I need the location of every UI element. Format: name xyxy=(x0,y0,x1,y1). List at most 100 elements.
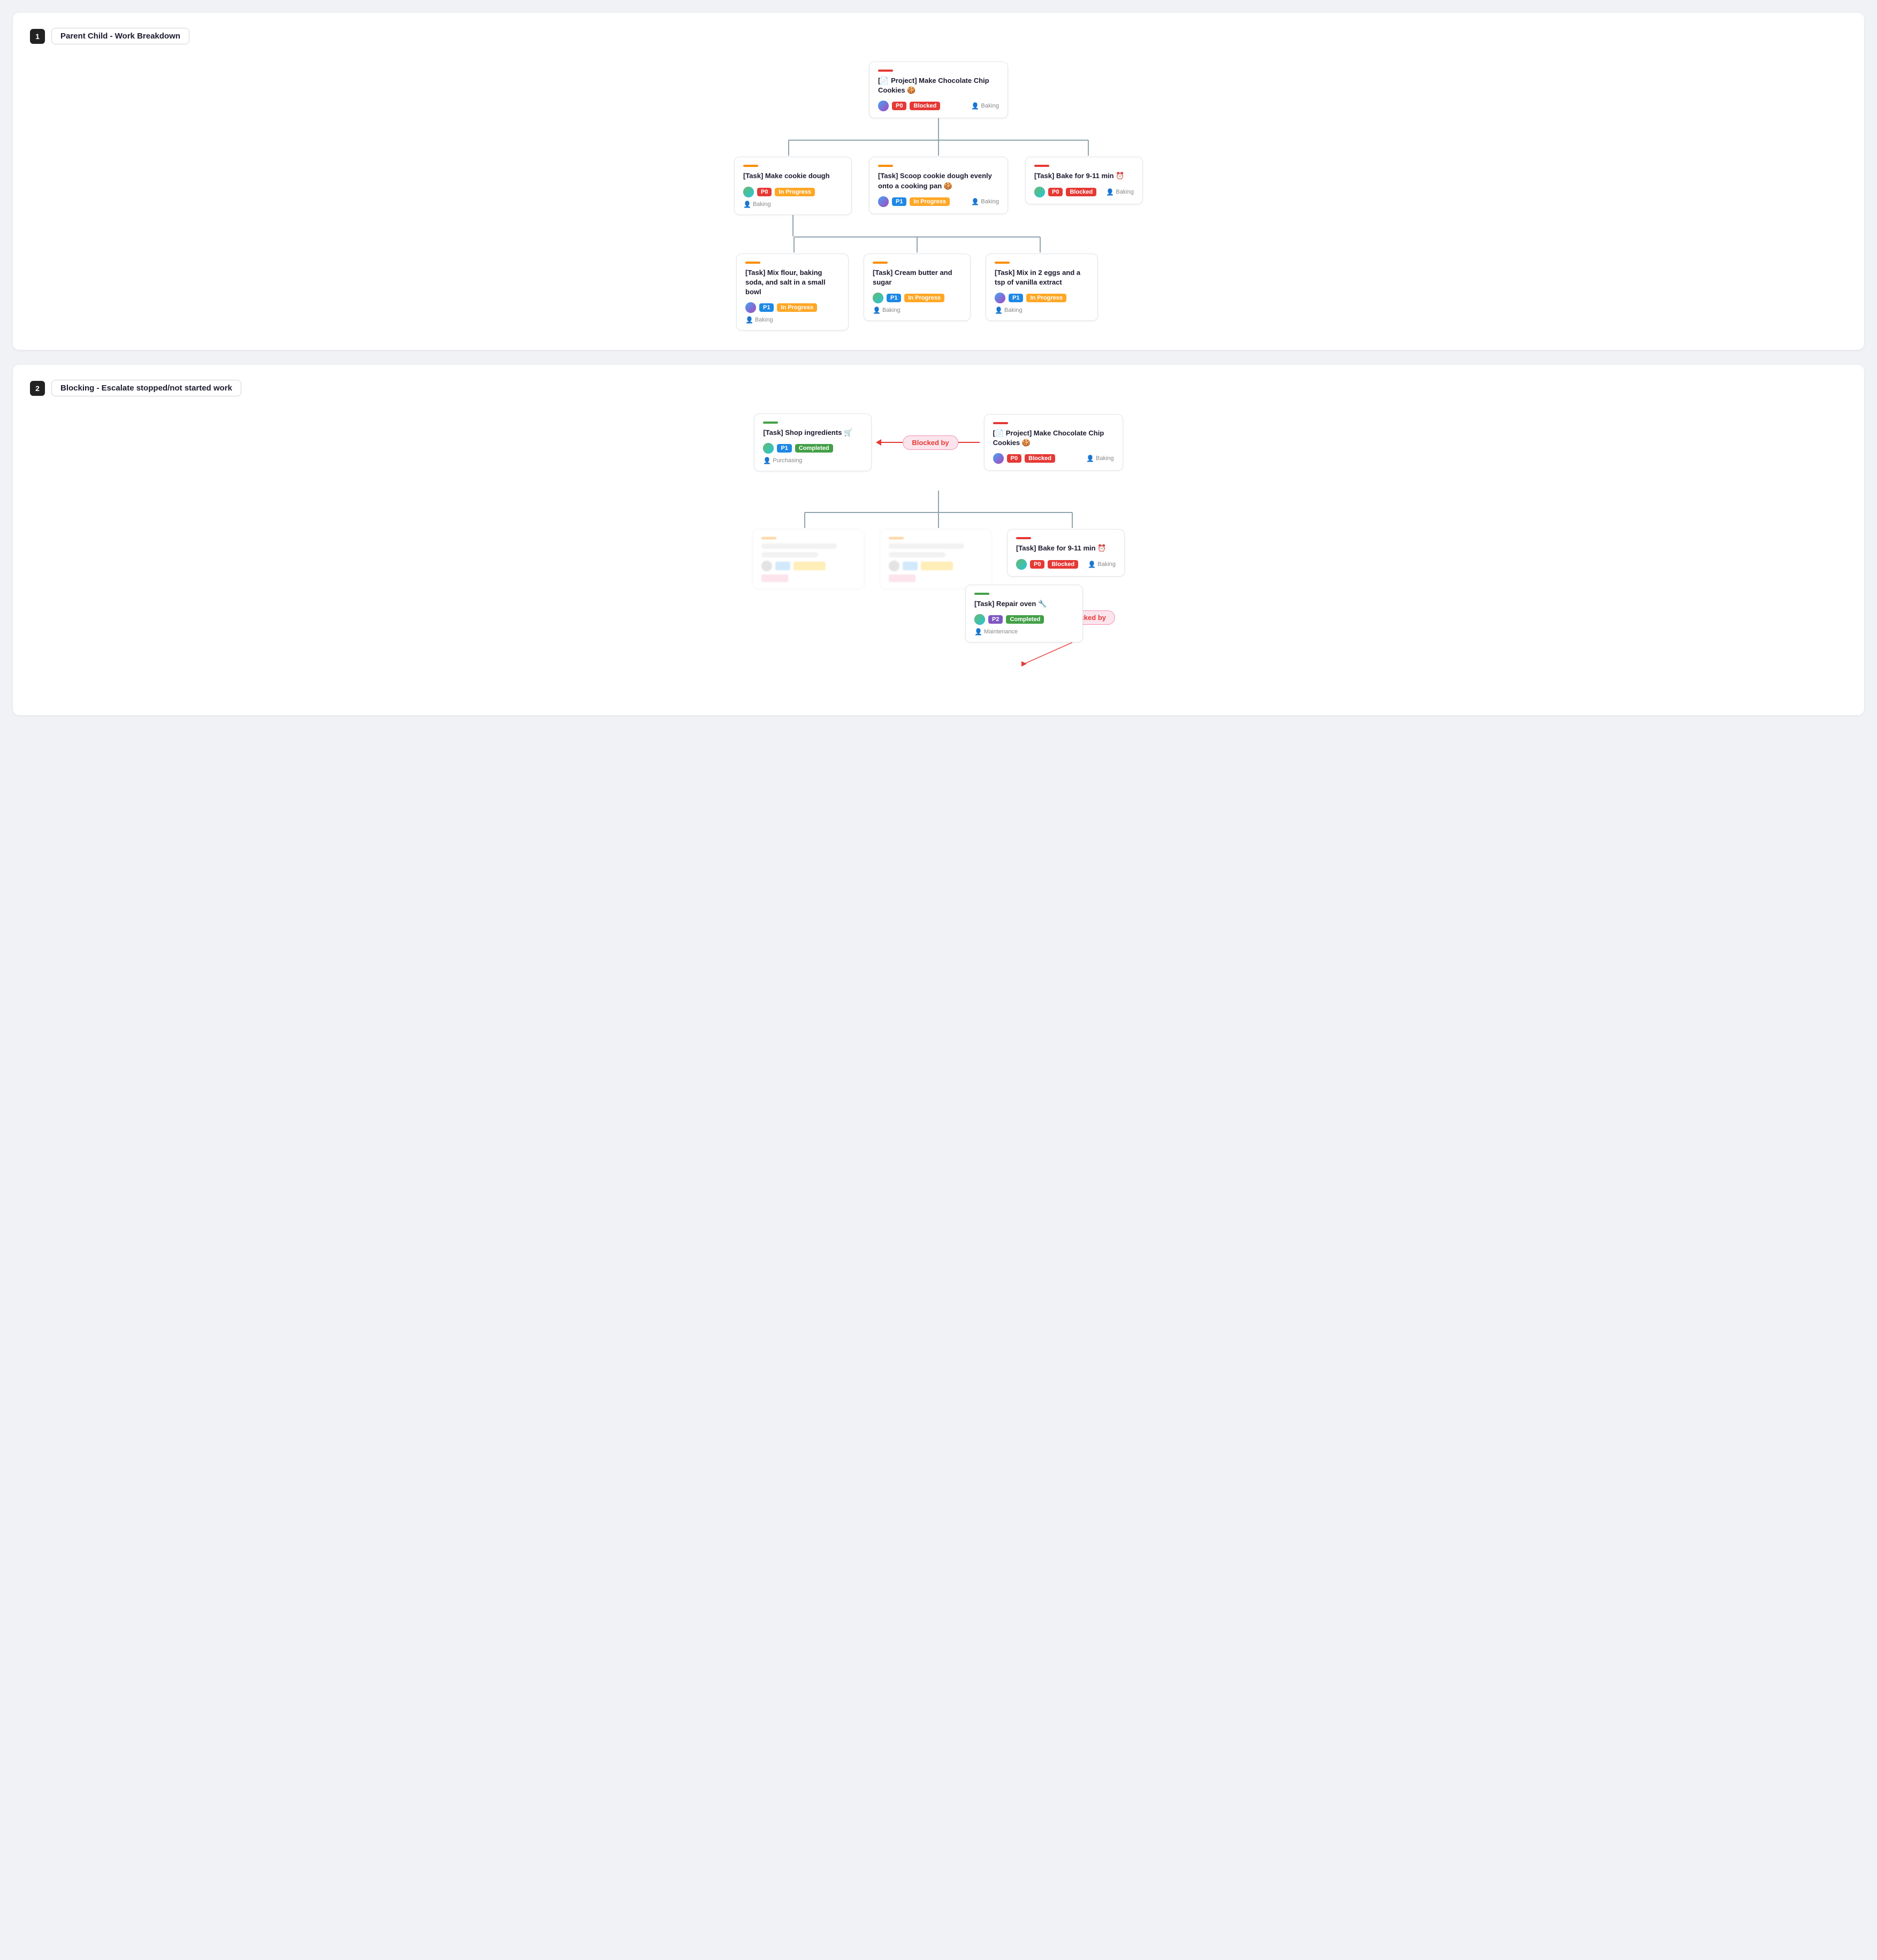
section-2: 2 Blocking - Escalate stopped/not starte… xyxy=(13,365,1864,715)
section-1-num: 1 xyxy=(30,29,45,44)
s2-level1-row: [Task] Bake for 9-11 min ⏰ P0 Blocked 👤 … xyxy=(746,512,1131,589)
l2-tag-2: 👤 Baking xyxy=(995,307,1023,314)
l1-badge-status-0: In Progress xyxy=(775,188,815,196)
s2-shop-title: [Task] Shop ingredients 🛒 xyxy=(763,428,863,438)
l2-tag-icon-2: 👤 xyxy=(995,307,1003,314)
l2-avatar-2 xyxy=(995,293,1005,303)
s2-blurred-badge-s-1 xyxy=(921,562,953,570)
s2-tree: [Task] Bake for 9-11 min ⏰ P0 Blocked 👤 … xyxy=(30,491,1847,696)
section-2-num: 2 xyxy=(30,381,45,396)
s2-shop-badge-status: Completed xyxy=(795,444,833,453)
s2-root-card[interactable]: [📄 Project] Make Chocolate Chip Cookies … xyxy=(984,414,1123,471)
l1-accent-0 xyxy=(743,165,758,167)
l1-avatar-0 xyxy=(743,187,754,197)
l1-accent-1 xyxy=(878,165,893,167)
l1-card-0[interactable]: [Task] Make cookie dough P0 In Progress … xyxy=(734,157,852,215)
l2-badge-status-1: In Progress xyxy=(904,294,944,302)
s2-shop-badge-p: P1 xyxy=(777,444,791,453)
l1-card-2[interactable]: [Task] Bake for 9-11 min ⏰ P0 Blocked 👤 … xyxy=(1025,157,1143,204)
s2-bake-card[interactable]: [Task] Bake for 9-11 min ⏰ P0 Blocked 👤 … xyxy=(1007,529,1125,576)
s2-blurred-footer-0 xyxy=(761,561,856,582)
l2-badge-status-2: In Progress xyxy=(1026,294,1066,302)
l1-title-1: [Task] Scoop cookie dough evenly onto a … xyxy=(878,171,999,190)
s2-skeleton-0b xyxy=(761,552,818,557)
arrow-line xyxy=(881,442,903,443)
s2-repair-title: [Task] Repair oven 🔧 xyxy=(974,599,1074,609)
root-col: [📄 Project] Make Chocolate Chip Cookies … xyxy=(869,62,1008,140)
s2-shop-tag-icon: 👤 xyxy=(763,457,771,464)
s2-shop-card[interactable]: [Task] Shop ingredients 🛒 P1 Completed 👤… xyxy=(754,414,872,471)
s2-bake-tag: 👤 Baking xyxy=(1088,561,1116,568)
l2-tag-1: 👤 Baking xyxy=(873,307,901,314)
s2-bake-title: [Task] Bake for 9-11 min ⏰ xyxy=(1016,543,1116,553)
l2-badge-p-1: P1 xyxy=(887,294,901,302)
level1-row: [Task] Make cookie dough P0 In Progress … xyxy=(730,140,1147,236)
level1-area: [Task] Make cookie dough P0 In Progress … xyxy=(730,140,1147,236)
level2-area: [Task] Mix flour, baking soda, and salt … xyxy=(735,236,1099,331)
blocked-by-label: Blocked by xyxy=(903,435,958,450)
l2-card-2[interactable]: [Task] Mix in 2 eggs and a tsp of vanill… xyxy=(986,254,1098,321)
s2-root-avatar xyxy=(993,453,1004,464)
s2-root-tag-icon: 👤 xyxy=(1086,455,1094,462)
s2-repair-badge-p: P2 xyxy=(988,615,1003,624)
s2-blurred-card-0 xyxy=(752,529,865,589)
s2-bake-badge-p: P0 xyxy=(1030,560,1044,569)
tag-icon-1: 👤 xyxy=(971,198,979,205)
l2-footer-0: P1 In Progress 👤 Baking xyxy=(745,302,840,324)
l1-tag-1: 👤 Baking xyxy=(971,198,999,205)
diagram-1: [📄 Project] Make Chocolate Chip Cookies … xyxy=(30,62,1847,331)
l2-badge-p-0: P1 xyxy=(759,303,774,312)
s2-blurred-avatar-0 xyxy=(761,561,772,571)
s2-shop-tag: 👤 Purchasing xyxy=(763,457,802,464)
l1-badge-p-0: P0 xyxy=(757,188,772,196)
l2-card-0[interactable]: [Task] Mix flour, baking soda, and salt … xyxy=(736,254,849,331)
s2-blurred-accent-1 xyxy=(889,537,904,539)
s2-root-badge-status: Blocked xyxy=(1025,454,1055,463)
root-vline xyxy=(938,118,939,140)
baking-icon: 👤 xyxy=(971,102,979,110)
root-avatar xyxy=(878,101,889,111)
l1-footer-0: P0 In Progress 👤 Baking xyxy=(743,187,843,208)
s2-shop-accent xyxy=(763,422,778,424)
section-1-header: 1 Parent Child - Work Breakdown xyxy=(30,28,1847,44)
s2-level1-area: [Task] Bake for 9-11 min ⏰ P0 Blocked 👤 … xyxy=(746,512,1131,589)
l1-card-1[interactable]: [Task] Scoop cookie dough evenly onto a … xyxy=(869,157,1008,213)
s2-root-tag: 👤 Baking xyxy=(1086,455,1114,462)
s2-blurred-tag-1 xyxy=(889,575,915,582)
s2-repair-card[interactable]: [Task] Repair oven 🔧 P2 Completed 👤 Main… xyxy=(965,585,1083,642)
l2-card-1[interactable]: [Task] Cream butter and sugar P1 In Prog… xyxy=(864,254,971,321)
l1-badge-p-2: P0 xyxy=(1048,188,1063,196)
l2-avatar-0 xyxy=(745,302,756,313)
s2-skeleton-0a xyxy=(761,543,837,549)
l2-title-2: [Task] Mix in 2 eggs and a tsp of vanill… xyxy=(995,268,1089,287)
s2-repair-tag-icon: 👤 xyxy=(974,628,982,636)
s2-shop-avatar xyxy=(763,443,774,454)
tag-icon-0: 👤 xyxy=(743,201,751,208)
l1-vline-0 xyxy=(792,215,793,236)
l2-footer-1: P1 In Progress 👤 Baking xyxy=(873,293,962,314)
root-badge-p: P0 xyxy=(892,102,906,110)
l2-footer-2: P1 In Progress 👤 Baking xyxy=(995,293,1089,314)
l1-footer-2: P0 Blocked 👤 Baking xyxy=(1034,187,1134,197)
s2-skeleton-1a xyxy=(889,543,964,549)
l1-accent-2 xyxy=(1034,165,1049,167)
s2-bake-badge-status: Blocked xyxy=(1048,560,1078,569)
root-title: [📄 Project] Make Chocolate Chip Cookies … xyxy=(878,76,999,95)
s2-blurred-accent-0 xyxy=(761,537,776,539)
blocking-row: [Task] Shop ingredients 🛒 P1 Completed 👤… xyxy=(30,414,1847,471)
s2-repair-footer: P2 Completed 👤 Maintenance xyxy=(974,614,1074,636)
s2-repair-wrap: [Task] Repair oven 🔧 P2 Completed 👤 Main… xyxy=(965,585,1083,642)
tag-icon-2: 👤 xyxy=(1106,188,1114,196)
s2-blurred-footer-1 xyxy=(889,561,983,582)
s2-bake-avatar xyxy=(1016,559,1027,570)
s2-blurred-badge-p-1 xyxy=(903,562,918,570)
section-2-header: 2 Blocking - Escalate stopped/not starte… xyxy=(30,380,1847,396)
l1-footer-1: P1 In Progress 👤 Baking xyxy=(878,196,999,207)
s2-repair-tag: 👤 Maintenance xyxy=(974,628,1018,636)
l1-tag-2: 👤 Baking xyxy=(1106,188,1134,196)
l2-title-1: [Task] Cream butter and sugar xyxy=(873,268,962,287)
root-card[interactable]: [📄 Project] Make Chocolate Chip Cookies … xyxy=(869,62,1008,118)
s2-root-badge-p: P0 xyxy=(1007,454,1021,463)
l2-tag-icon-0: 👤 xyxy=(745,316,753,324)
l2-badge-p-2: P1 xyxy=(1009,294,1023,302)
